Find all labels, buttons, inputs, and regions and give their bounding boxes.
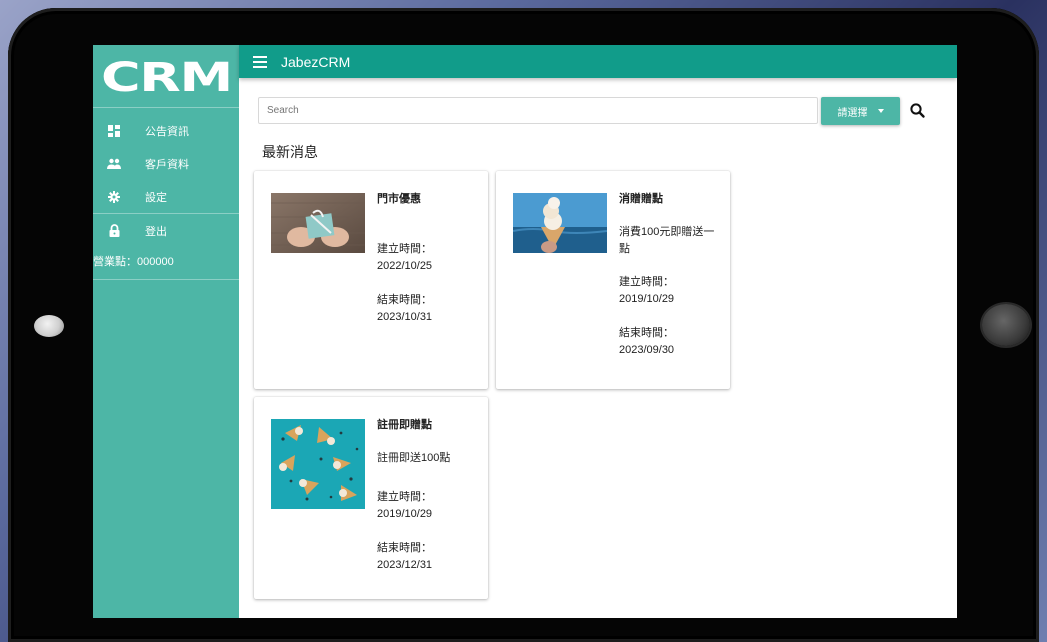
news-thumbnail-gift (271, 193, 365, 253)
news-start-label: 建立時間： (377, 491, 432, 503)
logo: CRM (93, 45, 239, 108)
sidebar-item-settings[interactable]: 設定 (93, 180, 239, 214)
news-title: 門市優惠 (377, 193, 421, 205)
camera-icon (34, 315, 64, 337)
news-thumbnail-cones (271, 419, 365, 509)
category-select[interactable]: 請選擇 (821, 97, 900, 125)
lock-icon (107, 224, 121, 238)
news-title: 註冊即贈點 (377, 419, 432, 431)
news-info: 門市優惠 建立時間： 2022/10/25 結束時間： 2023/10/31 (377, 191, 477, 326)
sidebar-item-label: 登出 (145, 225, 167, 238)
news-description: 註冊即送100點 (377, 452, 451, 464)
gear-icon (107, 190, 121, 204)
news-start-date: 2022/10/25 (377, 260, 433, 272)
news-info: 註冊即贈點 註冊即送100點 建立時間： 2019/10/29 結束時間： 20… (377, 417, 477, 574)
news-end-label: 結束時間： (377, 294, 432, 306)
section-title: 最新消息 (262, 144, 318, 160)
app-title: JabezCRM (281, 53, 351, 70)
sidebar-item-customers[interactable]: 客戶資料 (93, 147, 239, 180)
search-input[interactable] (258, 97, 818, 124)
app-bar: JabezCRM (239, 45, 957, 78)
store-id: 營業點：000000 (93, 247, 239, 280)
caret-down-icon (877, 109, 884, 113)
news-title: 消贈贈點 (619, 193, 663, 205)
news-end-date: 2023/12/31 (377, 559, 433, 571)
search-bar: 請選擇 (258, 97, 930, 126)
app-screen: CRM 公告資訊 客戶資料 設定 登出 營業點：000000 JabezCRM … (93, 45, 957, 618)
news-description: 消費100元即贈送一點 (619, 226, 715, 255)
logo-text: CRM (100, 55, 233, 101)
search-icon[interactable] (909, 102, 927, 120)
news-start-date: 2019/10/29 (619, 293, 675, 305)
news-info: 消贈贈點 消費100元即贈送一點 建立時間： 2019/10/29 結束時間： … (619, 191, 719, 359)
news-card[interactable]: 消贈贈點 消費100元即贈送一點 建立時間： 2019/10/29 結束時間： … (496, 171, 730, 389)
sidebar-nav: 公告資訊 客戶資料 設定 登出 營業點：000000 (93, 108, 239, 280)
news-end-date: 2023/09/30 (619, 344, 675, 356)
news-end-label: 結束時間： (377, 542, 432, 554)
sidebar: CRM 公告資訊 客戶資料 設定 登出 營業點：000000 (93, 45, 239, 618)
news-card[interactable]: 門市優惠 建立時間： 2022/10/25 結束時間： 2023/10/31 (254, 171, 488, 389)
news-start-date: 2019/10/29 (377, 508, 433, 520)
sidebar-item-logout[interactable]: 登出 (93, 214, 239, 247)
news-start-label: 建立時間： (377, 243, 432, 255)
home-button[interactable] (982, 304, 1030, 346)
dashboard-icon (107, 124, 121, 138)
news-start-label: 建立時間： (619, 276, 674, 288)
main-content: 請選擇 最新消息 (239, 78, 957, 618)
news-end-label: 結束時間： (619, 327, 674, 339)
sidebar-item-label: 設定 (145, 191, 167, 204)
sidebar-item-announcements[interactable]: 公告資訊 (93, 114, 239, 147)
menu-icon[interactable] (253, 55, 267, 68)
sidebar-item-label: 公告資訊 (145, 125, 189, 138)
news-end-date: 2023/10/31 (377, 311, 433, 323)
sidebar-item-label: 客戶資料 (145, 158, 189, 171)
people-icon (107, 157, 121, 171)
news-thumbnail-icecream (513, 193, 607, 253)
category-select-label: 請選擇 (837, 107, 868, 119)
news-card[interactable]: 註冊即贈點 註冊即送100點 建立時間： 2019/10/29 結束時間： 20… (254, 397, 488, 599)
